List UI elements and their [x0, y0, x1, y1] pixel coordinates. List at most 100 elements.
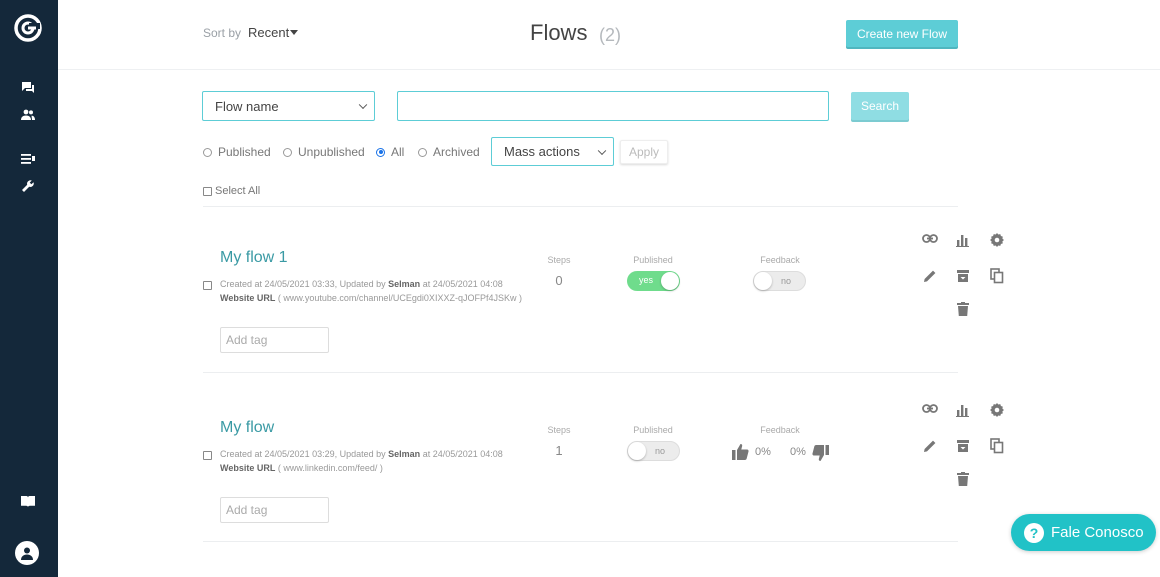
list-icon[interactable]: [19, 150, 37, 168]
flow-row: My flow 1 Created at 24/05/2021 03:33, U…: [203, 207, 1004, 372]
divider: [203, 541, 958, 542]
chat-button-label: Fale Conosco: [1051, 524, 1144, 541]
users-icon[interactable]: [19, 106, 37, 124]
sort-dropdown[interactable]: Recent: [248, 25, 289, 40]
user-avatar-icon[interactable]: [15, 541, 39, 565]
search-button[interactable]: Search: [851, 92, 909, 120]
radio-circle-checked[interactable]: [376, 147, 385, 157]
caret-down-icon[interactable]: [290, 30, 298, 35]
flow-url: Website URL ( www.linkedin.com/feed/ ): [220, 463, 383, 473]
sidebar: [0, 0, 58, 577]
archive-icon[interactable]: [954, 267, 972, 285]
add-tag-input[interactable]: Add tag: [220, 497, 329, 523]
add-tag-input[interactable]: Add tag: [220, 327, 329, 353]
apply-button[interactable]: Apply: [620, 140, 668, 164]
help-question-icon: ?: [1024, 522, 1044, 543]
trash-icon[interactable]: [954, 470, 972, 488]
meta-user: Selman: [388, 449, 421, 459]
published-label: Published: [633, 425, 673, 435]
radio-label: Archived: [433, 145, 480, 159]
pencil-icon[interactable]: [921, 267, 939, 285]
wrench-icon[interactable]: [19, 177, 37, 195]
gear-icon[interactable]: [988, 401, 1006, 419]
radio-circle[interactable]: [203, 147, 212, 157]
chat-bubbles-icon[interactable]: [19, 79, 37, 97]
radio-circle[interactable]: [418, 147, 427, 157]
feedback-toggle[interactable]: no: [753, 271, 806, 291]
radio-all[interactable]: All: [376, 144, 404, 160]
meta-created: Created at 24/05/2021 03:29, Updated by: [220, 449, 386, 459]
meta-user: Selman: [388, 279, 421, 289]
radio-label: Unpublished: [298, 145, 365, 159]
gear-icon[interactable]: [988, 231, 1006, 249]
divider: [203, 372, 958, 373]
archive-icon[interactable]: [954, 437, 972, 455]
page-title: Flows: [530, 20, 588, 45]
thumbs-down-icon: [811, 444, 829, 462]
url-value: ( www.linkedin.com/feed/ ): [277, 463, 383, 473]
copy-icon[interactable]: [988, 437, 1006, 455]
create-flow-button[interactable]: Create new Flow: [846, 20, 958, 47]
radio-label: All: [391, 145, 405, 159]
link-icon[interactable]: [921, 399, 939, 417]
toggle-knob: [628, 442, 646, 460]
app-logo-icon[interactable]: [14, 14, 42, 42]
flow-checkbox[interactable]: [203, 451, 212, 460]
toggle-knob: [754, 272, 772, 290]
radio-circle[interactable]: [283, 147, 292, 157]
pencil-icon[interactable]: [921, 437, 939, 455]
book-icon[interactable]: [19, 492, 37, 510]
toggle-text: no: [780, 276, 791, 286]
flow-name-link[interactable]: My flow: [220, 419, 274, 437]
thumbs-up-icon: [731, 443, 749, 461]
bar-chart-icon[interactable]: [954, 231, 972, 249]
radio-unpublished[interactable]: Unpublished: [283, 144, 365, 160]
top-header: Sort by Recent Flows (2) Create new Flow: [58, 0, 1160, 70]
radio-published[interactable]: Published: [203, 144, 271, 160]
mass-actions-select[interactable]: Mass actions: [491, 137, 614, 166]
steps-label: Steps: [547, 255, 571, 265]
toggle-knob: [661, 272, 679, 290]
contact-chat-button[interactable]: ? Fale Conosco: [1011, 514, 1156, 551]
steps-value: 1: [555, 443, 563, 458]
url-value: ( www.youtube.com/channel/UCEgdi0XIXXZ-q…: [277, 293, 522, 303]
flow-checkbox[interactable]: [203, 281, 212, 290]
sort-label: Sort by: [203, 26, 242, 40]
radio-archived[interactable]: Archived: [418, 144, 480, 160]
flow-count: (2): [599, 25, 621, 45]
flow-name-link[interactable]: My flow 1: [220, 249, 288, 267]
search-input[interactable]: [397, 91, 829, 121]
flow-row: My flow Created at 24/05/2021 03:29, Upd…: [203, 377, 1004, 542]
chevron-down-icon: [358, 100, 368, 110]
feedback-label: Feedback: [760, 425, 800, 435]
steps-value: 0: [555, 273, 563, 288]
chevron-down-icon: [597, 146, 607, 155]
select-all-checkbox[interactable]: [203, 186, 212, 196]
feedback-label: Feedback: [760, 255, 800, 265]
meta-updated: at 24/05/2021 04:08: [422, 279, 503, 289]
flow-meta: Created at 24/05/2021 03:29, Updated by …: [220, 449, 503, 459]
mass-actions-value: Mass actions: [504, 144, 580, 159]
bar-chart-icon[interactable]: [954, 401, 972, 419]
search-field-select-value: Flow name: [215, 98, 279, 114]
select-all[interactable]: Select All: [203, 185, 260, 197]
trash-icon[interactable]: [954, 300, 972, 318]
toggle-text: no: [654, 446, 665, 456]
published-label: Published: [633, 255, 673, 265]
url-label: Website URL: [220, 293, 276, 303]
published-toggle[interactable]: yes: [627, 271, 680, 291]
main-content: Flow name Search Published Unpublished A…: [58, 71, 1160, 577]
feedback-down-percent: 0%: [790, 446, 806, 458]
url-label: Website URL: [220, 463, 276, 473]
flow-meta: Created at 24/05/2021 03:33, Updated by …: [220, 279, 503, 289]
flow-url: Website URL ( www.youtube.com/channel/UC…: [220, 293, 522, 303]
radio-label: Published: [218, 145, 271, 159]
meta-updated: at 24/05/2021 04:08: [422, 449, 503, 459]
copy-icon[interactable]: [988, 267, 1006, 285]
meta-created: Created at 24/05/2021 03:33, Updated by: [220, 279, 386, 289]
link-icon[interactable]: [921, 229, 939, 247]
feedback-up-percent: 0%: [755, 446, 771, 458]
search-field-select[interactable]: Flow name: [202, 91, 375, 121]
steps-label: Steps: [547, 425, 571, 435]
published-toggle[interactable]: no: [627, 441, 680, 461]
